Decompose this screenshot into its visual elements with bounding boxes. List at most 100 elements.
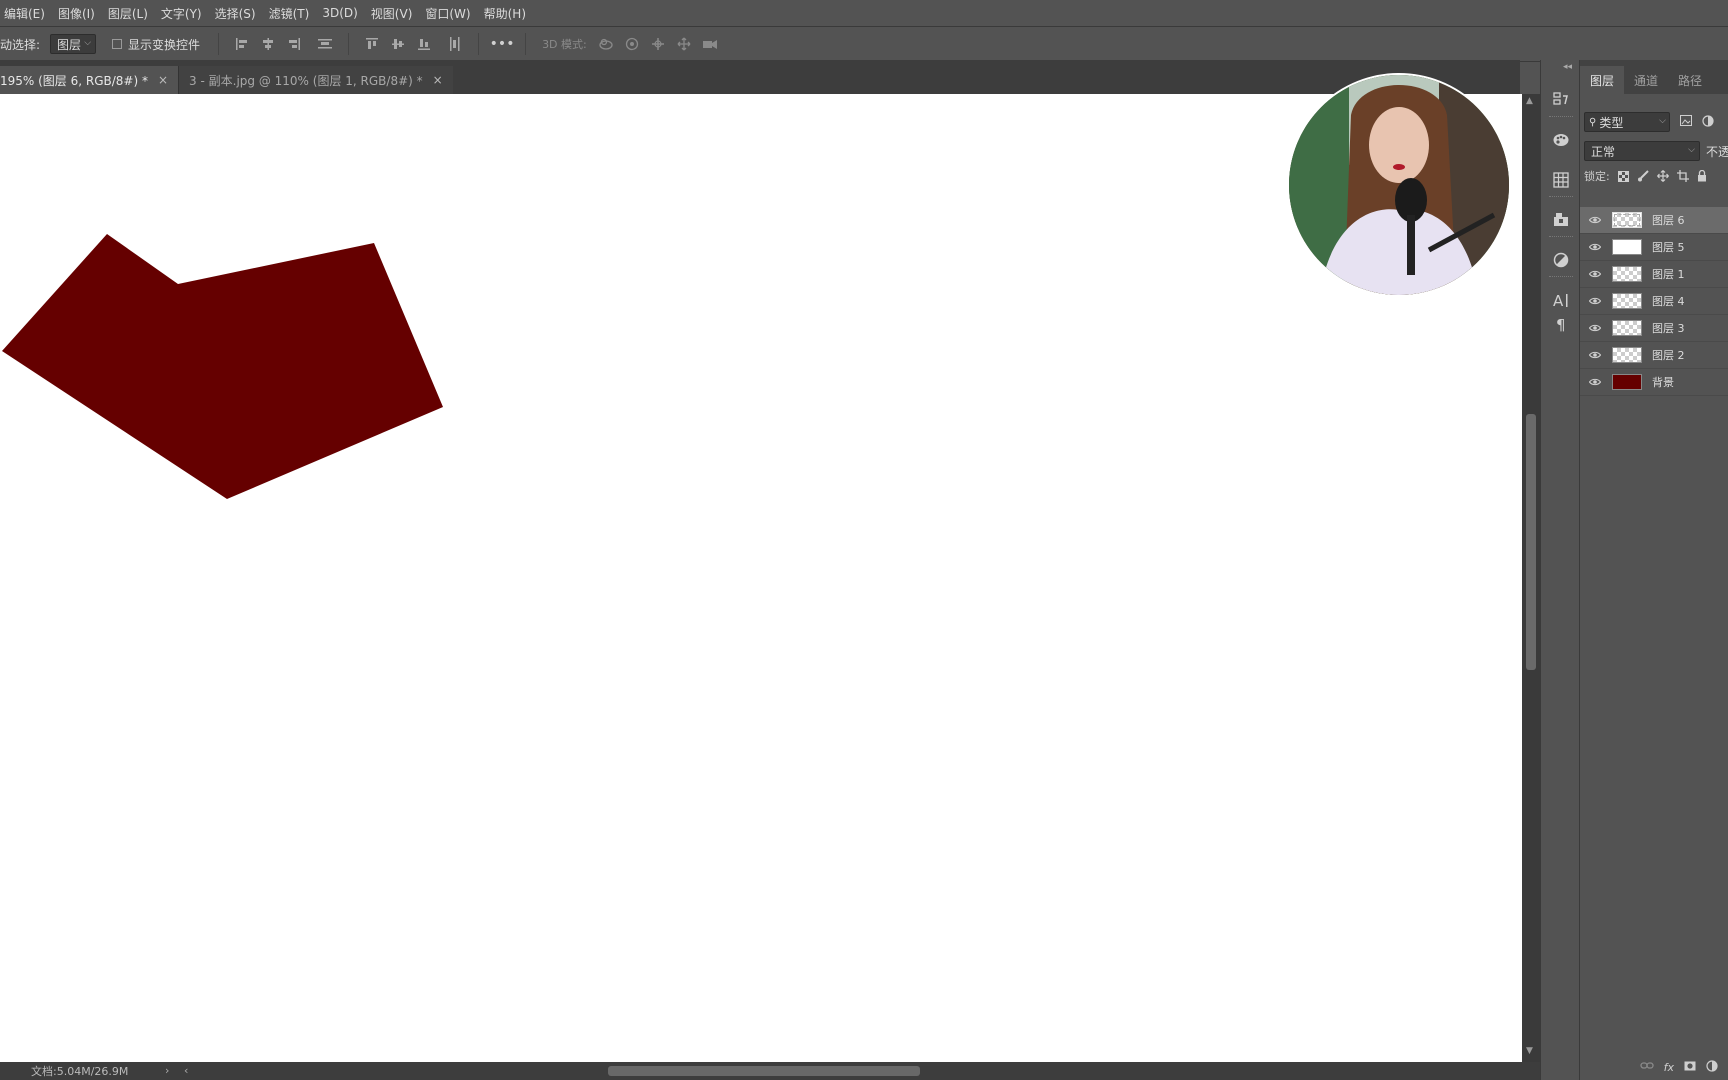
distribute-h-icon[interactable] — [317, 36, 333, 52]
menu-select[interactable]: 选择(S) — [210, 5, 264, 22]
history-icon[interactable] — [1551, 90, 1571, 110]
canvas-art — [2, 234, 443, 499]
3d-orbit-icon[interactable] — [598, 36, 614, 52]
options-bar: 自动选择: 图层 ⌵ 显示变换控件 ••• 3D 模式: — [0, 26, 1728, 62]
vertical-scrollbar[interactable]: ▲ ▼ — [1522, 94, 1540, 1062]
3d-roll-icon[interactable] — [624, 36, 640, 52]
document-tab-bar: 195% (图层 6, RGB/8#) * × 3 - 副本.jpg @ 110… — [0, 60, 1520, 94]
menu-image[interactable]: 图像(I) — [53, 5, 103, 22]
collapse-icon[interactable]: ◂◂ — [1563, 62, 1572, 72]
menu-filter[interactable]: 滤镜(T) — [264, 5, 318, 22]
scrollbar-thumb[interactable] — [1526, 414, 1536, 670]
layer-thumbnail — [1612, 266, 1642, 282]
divider — [478, 33, 480, 55]
dock-grip — [1549, 196, 1573, 199]
3d-slide-icon[interactable] — [676, 36, 692, 52]
paragraph-icon[interactable]: ¶ — [1551, 314, 1571, 334]
menu-view[interactable]: 视图(V) — [366, 5, 421, 22]
adjustments-icon[interactable] — [1551, 250, 1571, 270]
align-center-h-icon[interactable] — [260, 36, 276, 52]
visibility-eye-icon[interactable] — [1588, 243, 1602, 251]
menu-help[interactable]: 帮助(H) — [479, 5, 534, 22]
menu-edit[interactable]: 编辑(E) — [0, 5, 53, 22]
visibility-eye-icon[interactable] — [1588, 351, 1602, 359]
blend-mode-dropdown[interactable]: 正常 ⌵ — [1584, 141, 1700, 161]
tab-document-copy[interactable]: 3 - 副本.jpg @ 110% (图层 1, RGB/8#) * × — [178, 66, 453, 94]
close-icon[interactable]: × — [433, 73, 443, 87]
svg-text:A: A — [1553, 292, 1564, 308]
align-right-icon[interactable] — [286, 36, 302, 52]
menu-3d[interactable]: 3D(D) — [317, 6, 365, 20]
panel-tabs: 图层 通道 路径 — [1580, 60, 1728, 94]
layer-row[interactable]: 图层 3 — [1580, 315, 1728, 342]
lock-artboard-crop-icon[interactable] — [1676, 170, 1689, 182]
layer-row[interactable]: 背景 — [1580, 369, 1728, 396]
libraries-icon[interactable] — [1551, 210, 1571, 230]
layer-row[interactable]: 图层 5 — [1580, 234, 1728, 261]
color-palette-icon[interactable] — [1551, 130, 1571, 150]
lock-all-icon[interactable] — [1697, 170, 1707, 182]
horizontal-scrollbar-thumb[interactable] — [608, 1066, 920, 1076]
more-icon[interactable]: ••• — [490, 36, 515, 52]
layer-name: 背景 — [1652, 376, 1674, 389]
visibility-eye-icon[interactable] — [1588, 378, 1602, 386]
character-icon[interactable]: A — [1551, 290, 1571, 310]
chevron-right-icon[interactable]: › — [165, 1064, 169, 1077]
menu-layer[interactable]: 图层(L) — [103, 5, 156, 22]
chevron-left-icon[interactable]: ‹ — [184, 1064, 188, 1077]
dark-red-polygon-shape[interactable] — [2, 234, 443, 499]
layer-name: 图层 1 — [1652, 268, 1685, 281]
align-left-icon[interactable] — [234, 36, 250, 52]
layer-mask-icon[interactable] — [1684, 1061, 1696, 1074]
divider — [218, 33, 220, 55]
show-transform-checkbox[interactable] — [112, 39, 123, 49]
scroll-down-icon[interactable]: ▼ — [1526, 1046, 1533, 1056]
new-adjustment-layer-icon[interactable] — [1706, 1059, 1718, 1075]
menu-type[interactable]: 文字(Y) — [156, 5, 210, 22]
3d-pan-icon[interactable] — [650, 36, 666, 52]
align-bottom-icon[interactable] — [416, 36, 432, 52]
layer-row[interactable]: 图层 4 — [1580, 288, 1728, 315]
tab-label: 195% (图层 6, RGB/8#) * — [0, 73, 148, 88]
layer-thumbnail — [1612, 212, 1642, 228]
3d-camera-icon[interactable] — [702, 36, 718, 52]
close-icon[interactable]: × — [158, 73, 168, 87]
visibility-eye-icon[interactable] — [1588, 270, 1602, 278]
visibility-eye-icon[interactable] — [1588, 324, 1602, 332]
blend-mode-value: 正常 — [1591, 144, 1616, 159]
scroll-up-icon[interactable]: ▲ — [1526, 96, 1533, 106]
swatches-grid-icon[interactable] — [1551, 170, 1571, 190]
auto-select-dropdown[interactable]: 图层 ⌵ — [50, 34, 97, 54]
layer-name: 图层 2 — [1652, 349, 1685, 362]
layers-panel: 图层 通道 路径 ⚲ 类型 ⌵ 正常 ⌵ 不透 锁定: 图层 6 图层 5 图层 1… — [1580, 60, 1728, 1080]
layer-effects-fx-icon[interactable]: fx — [1664, 1061, 1674, 1074]
image-filter-icon[interactable] — [1680, 115, 1692, 129]
align-top-icon[interactable] — [364, 36, 380, 52]
menu-window[interactable]: 窗口(W) — [420, 5, 478, 22]
layer-row[interactable]: 图层 1 — [1580, 261, 1728, 288]
doc-size-readout: 文档:5.04M/26.9M — [31, 1065, 129, 1078]
auto-select-value: 图层 — [57, 37, 82, 52]
tab-document-active[interactable]: 195% (图层 6, RGB/8#) * × — [0, 66, 179, 94]
blend-row: 正常 ⌵ 不透 — [1584, 141, 1728, 161]
tab-channels[interactable]: 通道 — [1624, 66, 1668, 94]
document-canvas[interactable] — [0, 94, 1522, 1062]
lock-row: 锁定: — [1584, 168, 1707, 184]
layer-row[interactable]: 图层 6 — [1580, 207, 1728, 234]
link-layers-icon[interactable] — [1639, 1061, 1654, 1074]
tab-layers[interactable]: 图层 — [1580, 66, 1625, 94]
lock-transparent-icon[interactable] — [1617, 170, 1629, 182]
tab-paths[interactable]: 路径 — [1668, 66, 1712, 94]
distribute-v-icon[interactable] — [447, 36, 463, 52]
3d-mode-label: 3D 模式: — [542, 38, 587, 51]
adjustment-filter-icon[interactable] — [1702, 114, 1714, 130]
dock-grip — [1549, 116, 1573, 119]
visibility-eye-icon[interactable] — [1588, 297, 1602, 305]
layer-row[interactable]: 图层 2 — [1580, 342, 1728, 369]
lock-position-move-icon[interactable] — [1656, 170, 1669, 182]
lock-pixels-brush-icon[interactable] — [1637, 170, 1649, 182]
layer-filter-dropdown[interactable]: ⚲ 类型 ⌵ — [1584, 112, 1670, 132]
show-transform-label: 显示变换控件 — [128, 37, 201, 52]
align-middle-v-icon[interactable] — [390, 36, 406, 52]
visibility-eye-icon[interactable] — [1588, 216, 1602, 224]
